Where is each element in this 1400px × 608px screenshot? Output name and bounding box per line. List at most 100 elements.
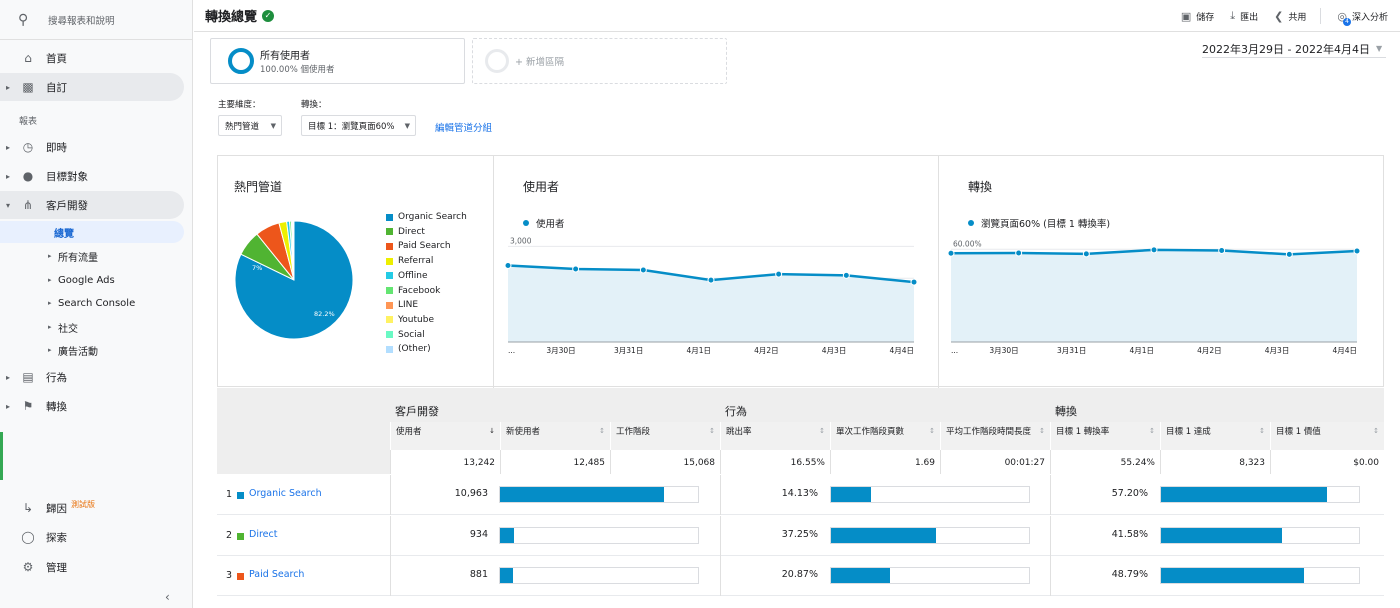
sidebar-item-audience[interactable]: ▸ ● 目標對象 [0, 162, 184, 190]
primary-dimension-select[interactable]: 熱門管道 ▼ [218, 115, 282, 136]
legend-item: Direct [386, 227, 425, 237]
legend-item: Offline [386, 271, 428, 281]
percent-bar [1160, 486, 1360, 503]
sort-icon[interactable]: ↕ [599, 427, 605, 435]
cell-value: 20.87% [781, 569, 818, 580]
conversion-value: 目標 1：瀏覽頁面60% [308, 121, 395, 132]
primary-dimension-value: 熱門管道 [225, 121, 260, 132]
sidebar-item-discover[interactable]: ◯ 探索 [0, 523, 184, 551]
legend-item: (Other) [386, 344, 431, 354]
sidebar-item-label: 歸因 [46, 502, 67, 515]
legend-swatch [386, 287, 393, 294]
legend-swatch [386, 345, 393, 353]
sort-desc-icon[interactable]: ↓ [489, 427, 495, 435]
sort-icon[interactable]: ↕ [1373, 427, 1379, 435]
save-label: 儲存 [1196, 12, 1215, 23]
sidebar-item-behavior[interactable]: ▸ ▤ 行為 [0, 363, 184, 391]
total-cell: 12,485 [500, 450, 610, 474]
home-icon: ⌂ [24, 51, 32, 65]
column-header[interactable]: 目標 1 價值 ↕ [1270, 422, 1384, 450]
x-tick-label: 4月2日 [754, 346, 779, 355]
column-header[interactable]: 跳出率 ↕ [720, 422, 830, 450]
edit-channel-grouping-link[interactable]: 編輯管道分組 [435, 120, 492, 134]
sidebar-item-label: 探索 [46, 531, 67, 544]
data-point [504, 262, 512, 269]
sidebar-item-conversions[interactable]: ▸ ⚑ 轉換 [0, 392, 184, 420]
export-button[interactable]: ⤓ 匯出 [1230, 9, 1258, 23]
expand-caret-icon: ▸ [48, 299, 52, 307]
percent-bar-fill [831, 527, 936, 543]
total-cell: 13,242 [390, 450, 500, 474]
page-header: 轉換總覽 ✓ ▣ 儲存 ⤓ 匯出 ❮ 共用 ◎ 4 深入分析 [194, 0, 1400, 32]
percent-bar-fill [831, 568, 891, 583]
sidebar-item-campaigns[interactable]: ▸ 廣告活動 [0, 339, 184, 361]
date-range-picker[interactable]: 2022年3月29日 - 2022年4月4日 ▼ [1202, 40, 1386, 58]
dashboard-icon: ▩ [22, 80, 34, 94]
column-header[interactable]: 工作階段 ↕ [610, 422, 720, 450]
sidebar-item-overview[interactable]: 總覽 [0, 221, 184, 243]
x-tick-label: ... [951, 346, 958, 355]
legend-swatch [386, 272, 393, 280]
add-segment-button[interactable]: + 新增區隔 [472, 38, 727, 84]
conversion-select[interactable]: 目標 1：瀏覽頁面60% ▼ [301, 115, 416, 136]
channel-link[interactable]: Paid Search [249, 569, 304, 580]
divider [1320, 8, 1322, 24]
collapse-sidebar-icon[interactable]: ‹ [165, 590, 170, 604]
legend-label: Direct [398, 226, 425, 237]
sidebar-item-label: Search Console [58, 297, 136, 309]
search-bar[interactable]: ⚲ 搜尋報表和說明 [0, 0, 192, 40]
legend-label: LINE [398, 300, 419, 311]
channel-link[interactable]: Organic Search [249, 488, 322, 499]
search-placeholder[interactable]: 搜尋報表和說明 [48, 13, 115, 27]
sidebar-item-realtime[interactable]: ▸ ◷ 即時 [0, 133, 184, 161]
verified-check-icon: ✓ [262, 9, 275, 22]
data-point [1218, 247, 1226, 255]
column-header[interactable]: 新使用者 ↕ [500, 422, 610, 450]
sidebar-item-all-traffic[interactable]: ▸ 所有流量 [0, 245, 184, 267]
column-header[interactable]: 目標 1 轉換率 ↕ [1050, 422, 1160, 450]
column-header-label: 目標 1 價值 [1276, 427, 1321, 437]
sort-icon[interactable]: ↕ [929, 427, 935, 435]
clock-icon: ◷ [22, 140, 34, 154]
sidebar-item-search-console[interactable]: ▸ Search Console [0, 292, 184, 314]
column-header[interactable]: 平均工作階段時間長度 ↕ [940, 422, 1050, 450]
sidebar-item-admin[interactable]: ⚙ 管理 [0, 553, 184, 581]
legend-label: Youtube [398, 314, 434, 325]
group-title-behavior: 行為 [725, 405, 747, 418]
sort-icon[interactable]: ↕ [1149, 427, 1155, 435]
reports-section-label: 報表 [19, 117, 38, 127]
percent-bar-fill [831, 487, 871, 502]
channel-link[interactable]: Direct [249, 529, 277, 540]
sort-icon[interactable]: ↕ [709, 427, 715, 435]
segment-ring-icon [228, 48, 254, 74]
expand-caret-icon: ▸ [48, 252, 52, 260]
sidebar-item-home[interactable]: ⌂ 首頁 [0, 44, 184, 72]
sidebar-item-acquisition[interactable]: ▾ ⋔ 客戶開發 [0, 191, 184, 219]
accent-bar [0, 432, 3, 480]
sidebar-item-custom[interactable]: ▸ ▩ 自訂 [0, 73, 184, 101]
share-button[interactable]: ❮ 共用 [1274, 10, 1306, 23]
segment-card-all-users[interactable]: 所有使用者 100.00% 個使用者 [210, 38, 465, 84]
column-header[interactable]: 使用者 ↓ [390, 422, 500, 450]
legend-item: Paid Search [386, 241, 451, 251]
insights-button[interactable]: ◎ 4 深入分析 [1337, 10, 1388, 26]
column-header[interactable]: 單次工作階段頁數 ↕ [830, 422, 940, 450]
column-header-label: 新使用者 [506, 427, 541, 437]
sidebar-item-label: 即時 [46, 141, 67, 154]
sidebar-item-label: 目標對象 [46, 170, 88, 183]
sidebar-item-social[interactable]: ▸ 社交 [0, 316, 184, 338]
save-button[interactable]: ▣ 儲存 [1181, 10, 1214, 23]
column-header[interactable]: 目標 1 達成 ↕ [1160, 422, 1270, 450]
cell-value: 41.58% [1111, 528, 1148, 540]
sidebar-item-label: 總覽 [54, 228, 74, 240]
sort-icon[interactable]: ↕ [1039, 427, 1045, 435]
sort-icon[interactable]: ↕ [1259, 427, 1265, 435]
total-cell: 1.69 [830, 450, 940, 474]
column-header-label: 目標 1 達成 [1166, 427, 1211, 437]
expand-caret-icon: ▸ [6, 142, 11, 152]
sidebar-item-google-ads[interactable]: ▸ Google Ads [0, 269, 184, 291]
percent-bar-fill [500, 487, 664, 502]
sidebar-item-attribution[interactable]: ↳ 歸因 測試版 [0, 494, 184, 522]
percent-bar [499, 486, 699, 503]
sort-icon[interactable]: ↕ [819, 427, 825, 435]
